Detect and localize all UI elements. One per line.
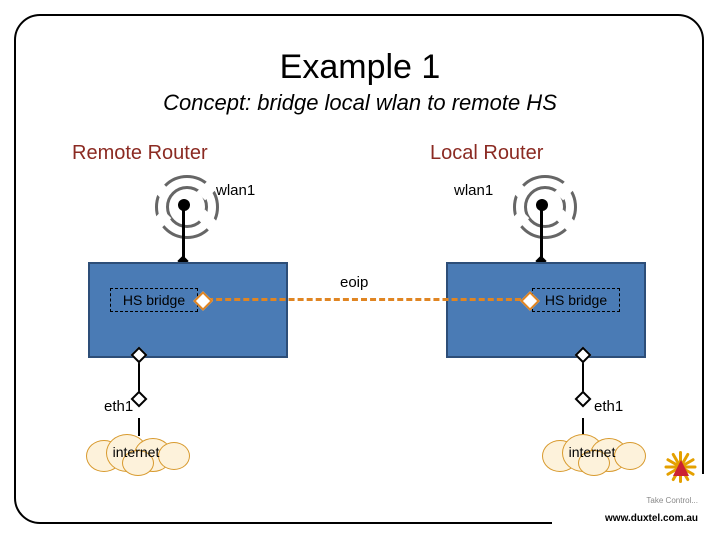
duxtel-logo: Take Control... www.duxtel.com.au <box>578 449 698 526</box>
logo-burst-icon <box>662 449 698 485</box>
logo-tagline: Take Control... <box>646 496 698 505</box>
local-router-heading: Local Router <box>430 142 543 165</box>
eoip-link-line <box>198 298 530 301</box>
remote-wlan-label: wlan1 <box>216 182 255 199</box>
eoip-label: eoip <box>340 274 368 291</box>
remote-internet-cloud-icon: internet <box>86 434 186 472</box>
slide-title: Example 1 <box>0 48 720 87</box>
remote-hs-bridge: HS bridge <box>110 288 198 312</box>
logo-url: www.duxtel.com.au <box>605 513 698 524</box>
remote-antenna-icon <box>152 175 216 247</box>
local-eth-label: eth1 <box>594 398 623 415</box>
slide-subtitle: Concept: bridge local wlan to remote HS <box>0 90 720 116</box>
remote-router-heading: Remote Router <box>72 142 208 165</box>
local-antenna-icon <box>510 175 574 247</box>
remote-internet-label: internet <box>86 444 186 460</box>
local-wlan-label: wlan1 <box>454 182 493 199</box>
remote-eth-label: eth1 <box>104 398 133 415</box>
local-hs-bridge: HS bridge <box>532 288 620 312</box>
